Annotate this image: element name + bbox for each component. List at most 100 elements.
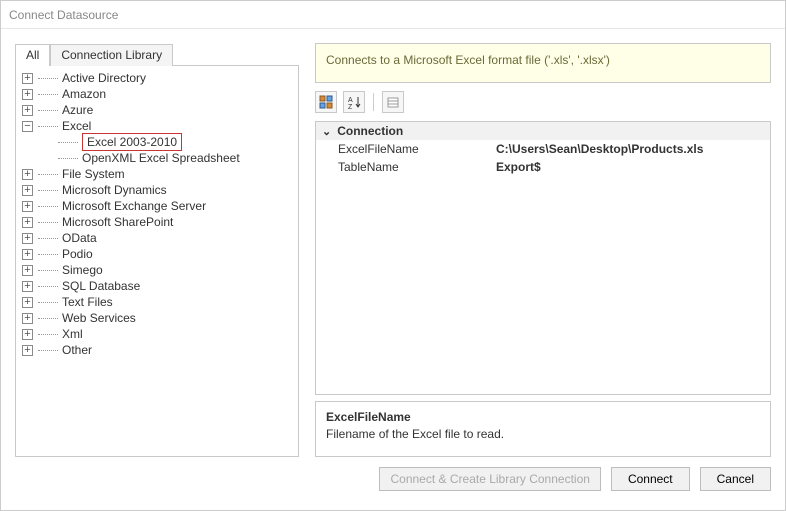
tree-item-microsoft-dynamics[interactable]: + Microsoft Dynamics	[18, 182, 296, 198]
tree-label: Active Directory	[62, 70, 146, 86]
expand-icon[interactable]: +	[22, 265, 33, 276]
property-value[interactable]: C:\Users\Sean\Desktop\Products.xls	[496, 140, 770, 158]
tree-label: Microsoft Dynamics	[62, 182, 167, 198]
tree-item-amazon[interactable]: + Amazon	[18, 86, 296, 102]
expand-icon[interactable]: +	[22, 169, 33, 180]
tree-connector	[38, 286, 58, 287]
tree-item-xml[interactable]: +Xml	[18, 326, 296, 342]
tab-connection-library[interactable]: Connection Library	[50, 44, 173, 66]
tree-connector	[38, 110, 58, 111]
expand-icon[interactable]: +	[22, 73, 33, 84]
property-grid: ⌄ Connection ExcelFileName C:\Users\Sean…	[315, 121, 771, 395]
property-group-header[interactable]: ⌄ Connection	[316, 122, 770, 140]
property-name: TableName	[316, 158, 496, 176]
tree-label: Microsoft SharePoint	[62, 214, 173, 230]
property-group-label: Connection	[337, 124, 403, 138]
tree-item-text-files[interactable]: + Text Files	[18, 294, 296, 310]
svg-text:A: A	[348, 97, 353, 104]
tree-item-other[interactable]: + Other	[18, 342, 296, 358]
expand-icon[interactable]: +	[22, 345, 33, 356]
tree-item-active-directory[interactable]: + Active Directory	[18, 70, 296, 86]
connect-button[interactable]: Connect	[611, 467, 690, 491]
window-title: Connect Datasource	[1, 1, 785, 29]
tree-connector	[38, 126, 58, 127]
description-title: ExcelFileName	[326, 410, 760, 424]
tree-connector	[38, 206, 58, 207]
tree-label: Amazon	[62, 86, 106, 102]
tree-label: OpenXML Excel Spreadsheet	[82, 150, 240, 166]
expand-icon[interactable]: +	[22, 233, 33, 244]
tree-item-podio[interactable]: + Podio	[18, 246, 296, 262]
tree-item-web-services[interactable]: + Web Services	[18, 310, 296, 326]
property-row-excelfilename[interactable]: ExcelFileName C:\Users\Sean\Desktop\Prod…	[316, 140, 770, 158]
expand-icon[interactable]: +	[22, 89, 33, 100]
tree-item-microsoft-sharepoint[interactable]: + Microsoft SharePoint	[18, 214, 296, 230]
tree-connector	[38, 190, 58, 191]
cancel-button[interactable]: Cancel	[700, 467, 771, 491]
datasource-tree: + Active Directory + Amazon + Azure − Excel …	[15, 65, 299, 457]
expand-icon[interactable]: +	[22, 249, 33, 260]
tree-label: Excel	[62, 118, 91, 134]
tab-all[interactable]: All	[15, 44, 50, 66]
tree-connector	[38, 94, 58, 95]
tree-label: File System	[62, 166, 125, 182]
property-value[interactable]: Export$	[496, 158, 770, 176]
tabs: All Connection Library	[15, 43, 299, 65]
property-name: ExcelFileName	[316, 140, 496, 158]
tree-connector	[58, 158, 78, 159]
expand-icon[interactable]: +	[22, 297, 33, 308]
dialog-buttons: Connect & Create Library Connection Conn…	[1, 457, 785, 501]
pages-icon	[386, 95, 400, 109]
tree-connector	[58, 142, 78, 143]
info-banner: Connects to a Microsoft Excel format fil…	[315, 43, 771, 83]
collapse-icon[interactable]: −	[22, 121, 33, 132]
tree-label: Simego	[62, 262, 103, 278]
tree-connector	[38, 318, 58, 319]
content-area: All Connection Library + Active Directory…	[1, 29, 785, 457]
tree-label: SQL Database	[62, 278, 140, 294]
tree-spacer	[42, 137, 53, 148]
toolbar-separator	[373, 93, 374, 111]
tree-label: Azure	[62, 102, 93, 118]
tree-connector	[38, 254, 58, 255]
expand-icon[interactable]: +	[22, 329, 33, 340]
tree-item-openxml-excel[interactable]: OpenXML Excel Spreadsheet	[38, 150, 296, 166]
categorize-icon	[319, 95, 333, 109]
sort-az-icon: AZ	[347, 95, 361, 109]
tree-label: Excel 2003-2010	[82, 133, 182, 151]
property-pages-button[interactable]	[382, 91, 404, 113]
tree-item-microsoft-exchange[interactable]: +Microsoft Exchange Server	[18, 198, 296, 214]
tree-item-simego[interactable]: + Simego	[18, 262, 296, 278]
expand-icon[interactable]: +	[22, 185, 33, 196]
left-panel: All Connection Library + Active Directory…	[15, 43, 299, 457]
tree-item-excel[interactable]: − Excel	[18, 118, 296, 134]
property-toolbar: AZ	[315, 89, 771, 115]
expand-icon[interactable]: +	[22, 281, 33, 292]
tree-label: Podio	[62, 246, 93, 262]
tree-connector	[38, 302, 58, 303]
expand-icon[interactable]: +	[22, 105, 33, 116]
right-panel: Connects to a Microsoft Excel format fil…	[315, 43, 771, 457]
tree-item-file-system[interactable]: + File System	[18, 166, 296, 182]
tree-item-odata[interactable]: + OData	[18, 230, 296, 246]
description-text: Filename of the Excel file to read.	[326, 427, 760, 441]
tree-item-excel-2003-2010[interactable]: Excel 2003-2010	[38, 134, 296, 150]
expand-icon[interactable]: +	[22, 217, 33, 228]
tree-connector	[38, 334, 58, 335]
tree-label: Other	[62, 342, 92, 358]
tree-label: OData	[62, 230, 97, 246]
tree-connector	[38, 78, 58, 79]
sort-button[interactable]: AZ	[343, 91, 365, 113]
svg-text:Z: Z	[348, 104, 353, 109]
tree-label: Web Services	[62, 310, 136, 326]
tree-label: Text Files	[62, 294, 113, 310]
chevron-down-icon: ⌄	[322, 125, 331, 138]
tree-item-azure[interactable]: + Azure	[18, 102, 296, 118]
expand-icon[interactable]: +	[22, 313, 33, 324]
tree-item-sql-database[interactable]: + SQL Database	[18, 278, 296, 294]
categorize-button[interactable]	[315, 91, 337, 113]
tree-connector	[38, 174, 58, 175]
tree-connector	[38, 270, 58, 271]
property-row-tablename[interactable]: TableName Export$	[316, 158, 770, 176]
expand-icon[interactable]: +	[22, 201, 33, 212]
